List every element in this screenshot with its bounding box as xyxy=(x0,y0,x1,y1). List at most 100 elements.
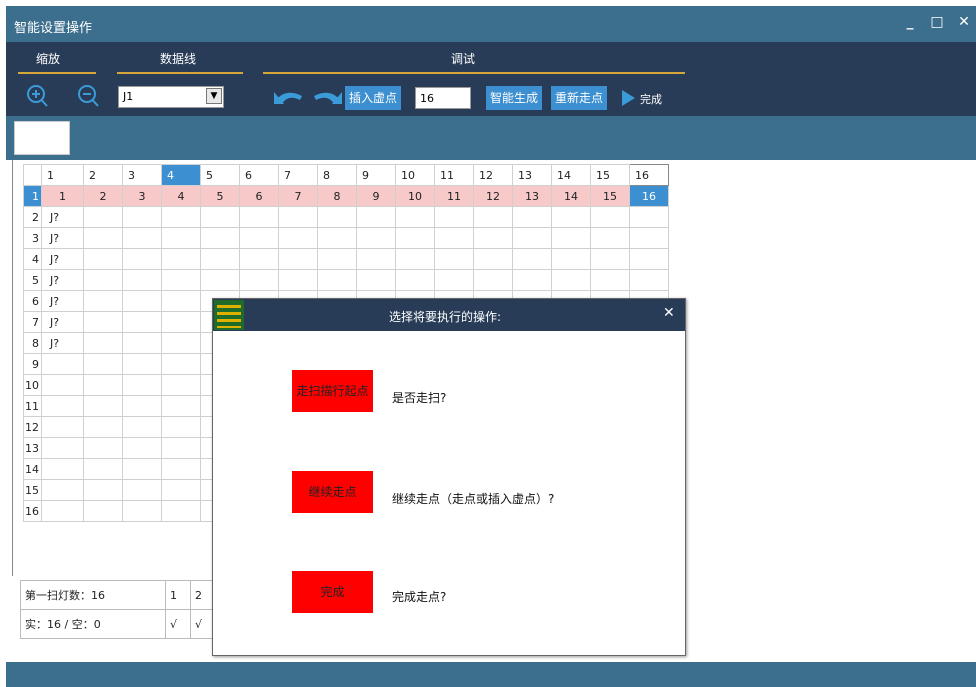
grid-cell[interactable]: J? xyxy=(41,290,84,312)
grid-cell[interactable]: J? xyxy=(41,269,84,291)
column-header[interactable]: 7 xyxy=(278,164,318,186)
grid-cell[interactable]: 7 xyxy=(278,185,318,207)
grid-cell[interactable] xyxy=(200,269,240,291)
grid-cell[interactable] xyxy=(278,227,318,249)
grid-cell[interactable] xyxy=(83,374,123,396)
smart-generate-button[interactable]: 智能生成 xyxy=(486,86,542,110)
column-header[interactable]: 13 xyxy=(512,164,552,186)
grid-cell[interactable]: 5 xyxy=(200,185,240,207)
finish-walk-button[interactable]: 完成 xyxy=(292,571,373,613)
grid-cell[interactable] xyxy=(83,437,123,459)
grid-cell[interactable] xyxy=(551,206,591,228)
grid-cell[interactable] xyxy=(161,206,201,228)
grid-cell[interactable] xyxy=(161,374,201,396)
grid-cell[interactable] xyxy=(122,227,162,249)
grid-cell[interactable] xyxy=(239,227,279,249)
grid-cell[interactable] xyxy=(83,332,123,354)
grid-cell[interactable] xyxy=(83,290,123,312)
grid-cell[interactable]: 16 xyxy=(629,185,669,207)
grid-cell[interactable] xyxy=(473,227,513,249)
grid-cell[interactable]: J? xyxy=(41,311,84,333)
grid-cell[interactable]: 10 xyxy=(395,185,435,207)
grid-cell[interactable] xyxy=(629,269,669,291)
row-header[interactable]: 14 xyxy=(23,458,42,480)
grid-cell[interactable] xyxy=(41,395,84,417)
close-button[interactable]: ✕ xyxy=(954,12,974,32)
grid-cell[interactable] xyxy=(629,227,669,249)
continue-walk-button[interactable]: 继续走点 xyxy=(292,471,373,513)
row-header[interactable]: 15 xyxy=(23,479,42,501)
grid-cell[interactable]: 14 xyxy=(551,185,591,207)
grid-cell[interactable] xyxy=(473,269,513,291)
grid-cell[interactable] xyxy=(161,311,201,333)
grid-cell[interactable] xyxy=(161,458,201,480)
row-header[interactable]: 12 xyxy=(23,416,42,438)
redo-icon[interactable] xyxy=(310,86,344,108)
grid-cell[interactable] xyxy=(161,479,201,501)
grid-cell[interactable] xyxy=(317,206,357,228)
grid-cell[interactable] xyxy=(41,437,84,459)
column-header[interactable]: 15 xyxy=(590,164,630,186)
column-header[interactable]: 9 xyxy=(356,164,396,186)
grid-cell[interactable] xyxy=(200,248,240,270)
grid-cell[interactable] xyxy=(122,290,162,312)
grid-cell[interactable] xyxy=(551,248,591,270)
row-header[interactable]: 3 xyxy=(23,227,42,249)
column-header[interactable]: 10 xyxy=(395,164,435,186)
grid-cell[interactable] xyxy=(239,269,279,291)
grid-cell[interactable] xyxy=(122,311,162,333)
grid-cell[interactable] xyxy=(590,269,630,291)
row-header[interactable]: 8 xyxy=(23,332,42,354)
row-header[interactable]: 11 xyxy=(23,395,42,417)
grid-cell[interactable] xyxy=(551,227,591,249)
grid-cell[interactable] xyxy=(590,248,630,270)
grid-cell[interactable] xyxy=(122,395,162,417)
grid-cell[interactable] xyxy=(83,248,123,270)
grid-cell[interactable] xyxy=(41,374,84,396)
grid-cell[interactable] xyxy=(473,206,513,228)
grid-cell[interactable] xyxy=(356,206,396,228)
column-header[interactable]: 2 xyxy=(83,164,123,186)
walk-scan-start-button[interactable]: 走扫描行起点 xyxy=(292,370,373,412)
grid-cell[interactable] xyxy=(122,353,162,375)
grid-cell[interactable] xyxy=(122,500,162,522)
grid-cell[interactable] xyxy=(161,416,201,438)
grid-cell[interactable] xyxy=(83,395,123,417)
grid-cell[interactable]: 8 xyxy=(317,185,357,207)
grid-cell[interactable] xyxy=(83,458,123,480)
grid-cell[interactable] xyxy=(356,248,396,270)
grid-cell[interactable] xyxy=(278,206,318,228)
column-header[interactable]: 11 xyxy=(434,164,474,186)
grid-cell[interactable] xyxy=(512,227,552,249)
dataline-select[interactable]: J1 ▼ xyxy=(118,86,224,108)
grid-cell[interactable] xyxy=(161,227,201,249)
grid-cell[interactable] xyxy=(512,206,552,228)
grid-cell[interactable] xyxy=(41,458,84,480)
column-header[interactable]: 4 xyxy=(161,164,201,186)
grid-cell[interactable] xyxy=(122,416,162,438)
grid-cell[interactable] xyxy=(161,332,201,354)
grid-cell[interactable] xyxy=(200,206,240,228)
grid-cell[interactable] xyxy=(395,206,435,228)
grid-cell[interactable] xyxy=(122,437,162,459)
grid-cell[interactable] xyxy=(317,269,357,291)
grid-cell[interactable] xyxy=(395,269,435,291)
grid-cell[interactable]: 4 xyxy=(161,185,201,207)
grid-cell[interactable] xyxy=(512,248,552,270)
grid-cell[interactable] xyxy=(395,248,435,270)
grid-cell[interactable]: 6 xyxy=(239,185,279,207)
grid-cell[interactable] xyxy=(122,479,162,501)
rewalk-points-button[interactable]: 重新走点 xyxy=(551,86,607,110)
grid-cell[interactable]: J? xyxy=(41,206,84,228)
grid-cell[interactable] xyxy=(83,416,123,438)
row-header[interactable]: 16 xyxy=(23,500,42,522)
zoom-out-icon[interactable] xyxy=(76,84,100,108)
undo-icon[interactable] xyxy=(272,86,306,108)
grid-cell[interactable] xyxy=(239,206,279,228)
grid-cell[interactable] xyxy=(434,227,474,249)
grid-cell[interactable] xyxy=(122,206,162,228)
grid-cell[interactable] xyxy=(83,353,123,375)
grid-cell[interactable] xyxy=(512,269,552,291)
grid-cell[interactable]: J? xyxy=(41,248,84,270)
maximize-button[interactable]: □ xyxy=(927,12,947,32)
